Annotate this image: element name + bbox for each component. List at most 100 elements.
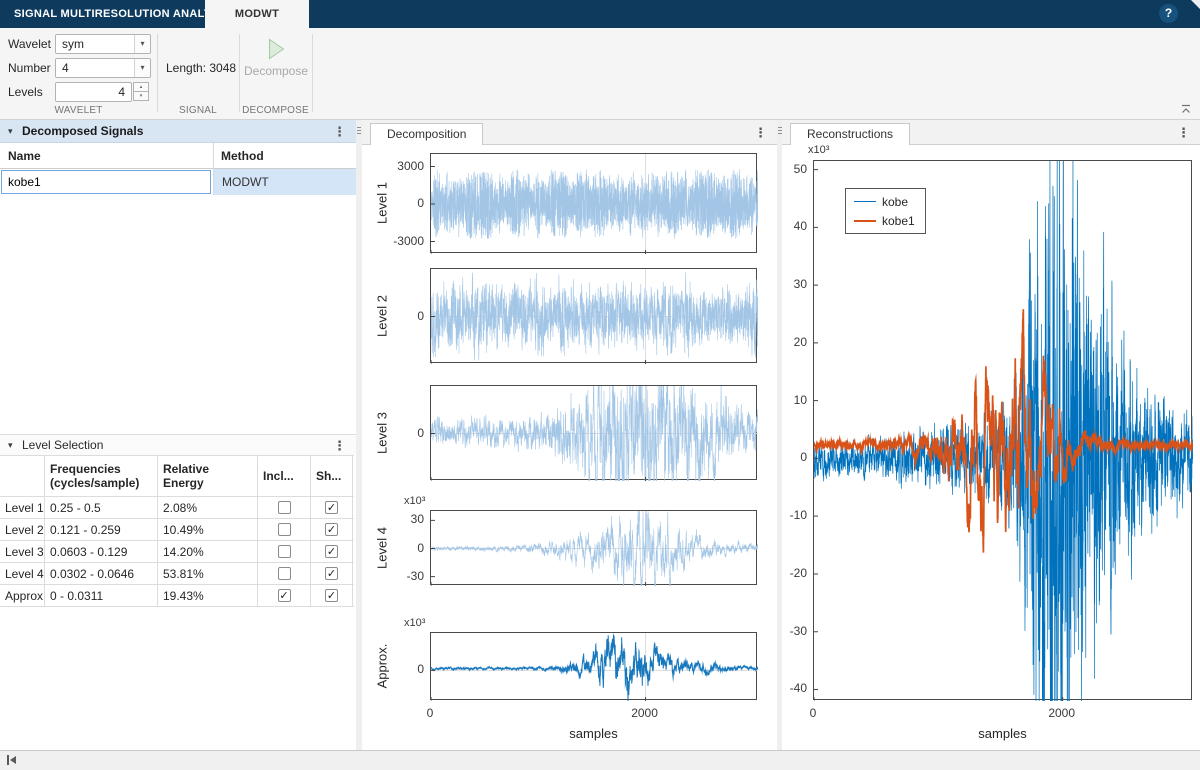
freq-cell: 0.121 - 0.259 — [45, 519, 158, 540]
plot-level3 — [430, 385, 757, 480]
decompose-label: Decompose — [243, 64, 309, 78]
decomposition-panel: Level 130000-3000Level 20Level 30Level 4… — [362, 120, 777, 750]
xtick-label: 2000 — [625, 706, 665, 720]
energy-cell: 10.49% — [158, 519, 258, 540]
reconstructions-plots: 50403020100-10-20-30-40x10³02000samplesk… — [782, 120, 1200, 750]
plot-reconstructions — [813, 160, 1192, 700]
help-button[interactable]: ? — [1159, 4, 1178, 23]
main-area: ▾ Decomposed Signals ⋮ Name Method kobe1… — [0, 120, 1200, 750]
legend[interactable]: kobekobe1 — [845, 188, 926, 234]
wavelet-value: sym — [62, 37, 84, 51]
ytick-label: -10 — [782, 508, 807, 522]
exponent-label: x10³ — [404, 617, 425, 629]
levels-input[interactable]: 4 — [55, 82, 132, 102]
xtick-label: 0 — [793, 706, 833, 720]
show-checkbox[interactable]: ✓ — [325, 589, 338, 602]
ytick-label: 30 — [362, 512, 424, 526]
ytick-label: -30 — [782, 624, 807, 638]
levels-spinner[interactable]: 4 ▴ ▾ — [55, 82, 149, 102]
include-header: Incl... — [258, 456, 311, 496]
menu-icon[interactable]: ⋮ — [333, 120, 346, 143]
row-label: Level 3 — [0, 541, 45, 562]
plot-level2 — [430, 268, 757, 363]
ytick-label: 30 — [782, 277, 807, 291]
table-row[interactable]: Level 4 0.0302 - 0.0646 53.81% ✓ — [0, 563, 354, 585]
decomposed-signals-header[interactable]: ▾ Decomposed Signals ⋮ — [0, 120, 356, 143]
number-dropdown[interactable]: 4 ▾ — [55, 58, 151, 78]
toolstrip: Wavelet sym ▾ Number 4 ▾ Levels 4 ▴ ▾ Le… — [0, 28, 1200, 120]
row-label: Level 2 — [0, 519, 45, 540]
collapse-bar-icon — [7, 755, 9, 765]
xtick-label: 0 — [410, 706, 450, 720]
decompose-button[interactable]: Decompose — [243, 32, 309, 102]
signal-method-cell: MODWT — [214, 169, 356, 195]
dropdown-arrow-icon[interactable]: ▾ — [134, 35, 150, 53]
corner-fold-icon — [1191, 0, 1200, 9]
include-checkbox[interactable] — [278, 523, 291, 536]
menu-icon[interactable]: ⋮ — [754, 120, 767, 145]
collapse-panel-button[interactable] — [7, 755, 19, 765]
table-row[interactable]: Level 1 0.25 - 0.5 2.08% ✓ — [0, 497, 354, 519]
decompose-section-label: DECOMPOSE — [239, 105, 312, 116]
reconstructions-tabstrip: Reconstructions ⋮ — [782, 120, 1200, 145]
name-column-header: Name — [8, 143, 41, 169]
table-row[interactable]: Level 3 0.0603 - 0.129 14.20% ✓ — [0, 541, 354, 563]
x-axis-label: samples — [813, 726, 1192, 741]
dropdown-arrow-icon[interactable]: ▾ — [134, 59, 150, 77]
show-checkbox[interactable]: ✓ — [325, 567, 338, 580]
ytick-label: -20 — [782, 566, 807, 580]
include-checkbox[interactable]: ✓ — [278, 589, 291, 602]
collapse-triangle-icon[interactable]: ▾ — [8, 435, 13, 456]
signal-row[interactable]: kobe1 MODWT — [0, 169, 356, 195]
spinner-down-button[interactable]: ▾ — [133, 91, 149, 101]
tab-reconstructions[interactable]: Reconstructions — [790, 123, 910, 145]
ytick-label: -40 — [782, 681, 807, 695]
collapse-triangle-icon[interactable]: ▾ — [8, 120, 13, 143]
table-row[interactable]: Level 2 0.121 - 0.259 10.49% ✓ — [0, 519, 354, 541]
include-checkbox[interactable] — [278, 501, 291, 514]
wavelet-label: Wavelet — [8, 34, 51, 54]
level-selection-title: Level Selection — [22, 435, 103, 456]
levels-label: Levels — [8, 82, 43, 102]
menu-icon[interactable]: ⋮ — [1177, 120, 1190, 145]
tab-modwt[interactable]: MODWT — [205, 0, 309, 28]
menu-icon[interactable]: ⋮ — [333, 435, 346, 456]
row-label: Approx. — [0, 585, 45, 606]
wavelet-dropdown[interactable]: sym ▾ — [55, 34, 151, 54]
include-checkbox[interactable] — [278, 545, 291, 558]
level-selection-table: Frequencies (cycles/sample) Relative Ene… — [0, 455, 354, 607]
show-checkbox[interactable]: ✓ — [325, 523, 338, 536]
collapse-toolstrip-icon[interactable] — [1180, 104, 1192, 115]
show-checkbox[interactable]: ✓ — [325, 501, 338, 514]
collapse-left-triangle-icon — [10, 756, 16, 764]
freq-cell: 0.25 - 0.5 — [45, 497, 158, 518]
ytick-label: 0 — [362, 541, 424, 555]
splitter-grip-icon — [778, 127, 782, 136]
energy-header: Relative Energy — [158, 456, 258, 496]
x-axis-label: samples — [430, 726, 757, 741]
ytick-label: 0 — [362, 662, 424, 676]
signal-length-text: Length: 3048 — [166, 58, 236, 78]
signal-name-input[interactable]: kobe1 — [1, 170, 211, 194]
method-column-header: Method — [221, 143, 264, 169]
show-checkbox[interactable]: ✓ — [325, 545, 338, 558]
tab-decomposition[interactable]: Decomposition — [370, 123, 483, 145]
xtick-label: 2000 — [1042, 706, 1082, 720]
corner-header-cell — [0, 456, 45, 496]
exponent-label: x10³ — [808, 144, 829, 156]
ytick-label: 50 — [782, 162, 807, 176]
row-label: Level 1 — [0, 497, 45, 518]
table-row[interactable]: Approx. 0 - 0.0311 19.43% ✓ ✓ — [0, 585, 354, 607]
legend-line-kobe — [854, 201, 876, 202]
legend-entry: kobe1 — [854, 213, 915, 228]
show-header: Sh... — [311, 456, 353, 496]
number-label: Number — [8, 58, 51, 78]
level-selection-header[interactable]: ▾ Level Selection ⋮ — [0, 434, 356, 455]
energy-cell: 19.43% — [158, 585, 258, 606]
decomposition-tabstrip: Decomposition ⋮ — [362, 120, 777, 145]
energy-cell: 14.20% — [158, 541, 258, 562]
include-checkbox[interactable] — [278, 567, 291, 580]
ytick-label: 0 — [362, 196, 424, 210]
legend-label: kobe1 — [882, 214, 915, 228]
reconstructions-panel: 50403020100-10-20-30-40x10³02000samplesk… — [782, 120, 1200, 750]
